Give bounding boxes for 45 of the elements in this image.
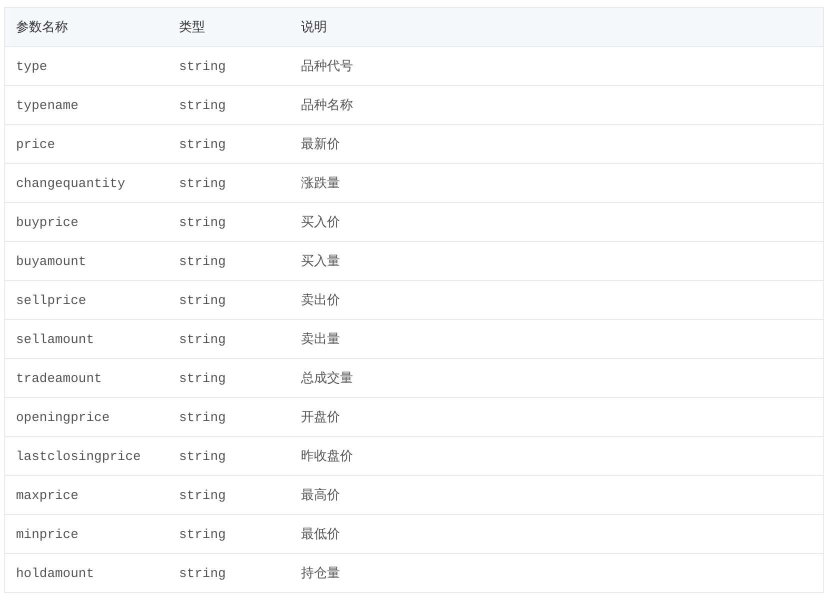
parameter-name: type (16, 58, 48, 74)
type-text: string (179, 488, 226, 502)
type-text: string (179, 292, 226, 308)
description-text: 卖出量 (301, 332, 340, 347)
type-text: string (179, 526, 226, 542)
parameter-name: minprice (16, 526, 78, 542)
type-text: string (179, 136, 226, 152)
description-text: 卖出价 (301, 293, 340, 308)
parameter-name: sellamount (16, 332, 94, 346)
column-header: 参数名称 (16, 20, 68, 35)
description-text: 昨收盘价 (301, 449, 353, 464)
type-text: string (179, 254, 226, 268)
type-text: string (179, 98, 226, 112)
parameter-name: price (16, 136, 56, 152)
description-text: 买入价 (301, 215, 340, 230)
description-text: 品种代号 (301, 59, 353, 74)
type-text: string (179, 448, 226, 464)
description-text: 总成交量 (301, 371, 353, 386)
parameter-name: lastclosingprice (16, 448, 141, 464)
description-text: 持仓量 (301, 566, 340, 581)
column-header: 类型 (179, 20, 205, 35)
description-text: 最新价 (301, 137, 340, 152)
description-text: 最低价 (301, 527, 340, 542)
parameter-name: tradeamount (16, 370, 102, 386)
type-text: string (179, 566, 226, 580)
column-header: 说明 (301, 20, 327, 35)
parameter-name: holdamount (16, 566, 94, 580)
parameter-name: changequantity (16, 176, 126, 190)
description-text: 买入量 (301, 254, 340, 269)
description-text: 最高价 (301, 488, 340, 503)
description-text: 涨跌量 (301, 176, 340, 191)
type-text: string (179, 410, 226, 424)
type-text: string (179, 58, 226, 74)
type-text: string (179, 370, 226, 386)
parameter-name: maxprice (16, 488, 78, 502)
parameter-name: buyprice (16, 214, 78, 230)
parameter-name: openingprice (16, 410, 110, 424)
type-text: string (179, 332, 226, 346)
parameter-name: sellprice (16, 292, 86, 308)
type-text: string (179, 176, 226, 190)
type-text: string (179, 214, 226, 230)
description-text: 开盘价 (301, 410, 340, 425)
parameter-name: typename (16, 98, 78, 112)
description-text: 品种名称 (301, 98, 353, 113)
parameter-name: buyamount (16, 254, 86, 268)
